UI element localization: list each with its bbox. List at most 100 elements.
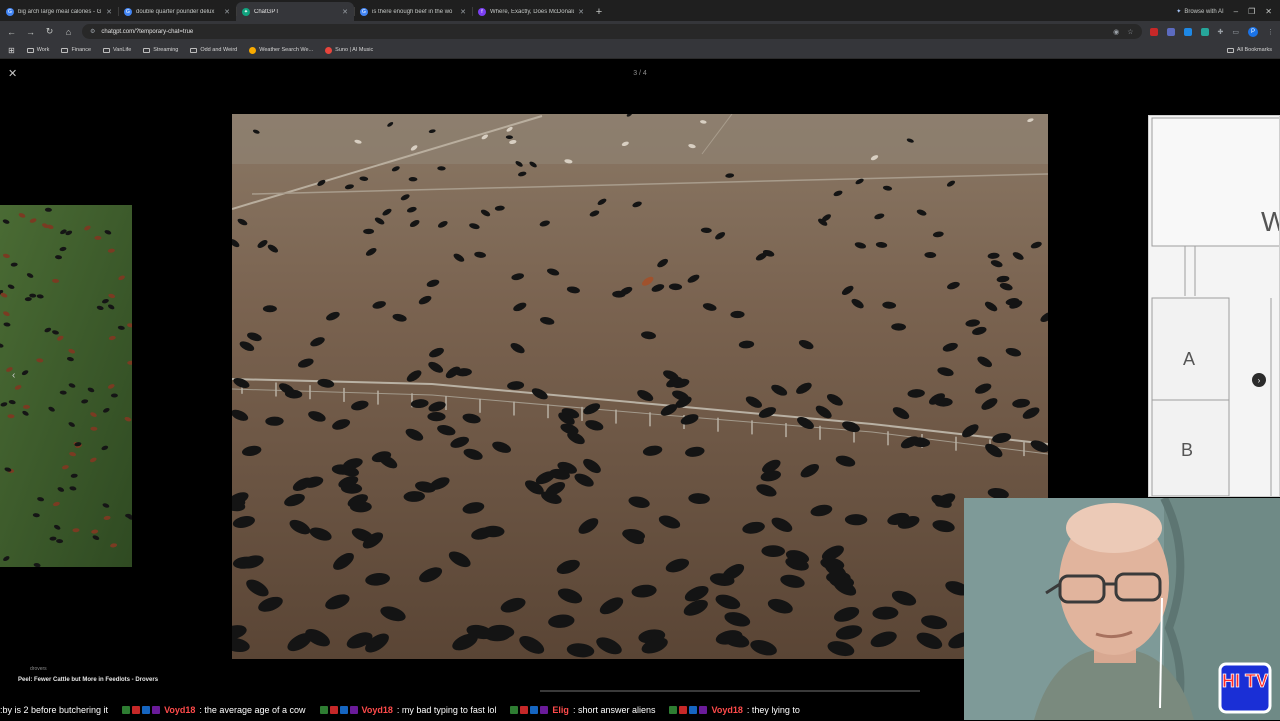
- extensions-area: ✚ ▭ P ⋮: [1149, 26, 1274, 37]
- cow-shape: [262, 305, 277, 313]
- bookmark-item[interactable]: Streaming: [143, 47, 178, 53]
- badge-icon: [699, 706, 708, 714]
- bookmark-label: Suno | AI Music: [335, 47, 374, 53]
- tab-favicon-icon: G: [124, 7, 132, 16]
- site-info-icon[interactable]: ⚙: [90, 28, 95, 35]
- chat-text: :by is 2 before butchering it: [0, 705, 109, 715]
- browser-tab[interactable]: Gbig arch large meal calories - G ✕: [0, 2, 118, 21]
- thumbnail-scrollbar[interactable]: [540, 690, 920, 692]
- chat-text: : they lying to: [746, 705, 800, 715]
- extension-icon[interactable]: [1149, 27, 1158, 36]
- badge-icon: [349, 706, 358, 714]
- tab-title: double quarter pounder delux: [136, 8, 215, 15]
- reload-icon[interactable]: ↻: [44, 26, 55, 37]
- diagram-label-b: B: [1181, 440, 1193, 460]
- badge-icon: [679, 706, 688, 714]
- source-site-name: drovers: [30, 666, 47, 672]
- home-icon[interactable]: ⌂: [63, 27, 74, 37]
- bookmark-item[interactable]: VanLife: [103, 47, 131, 53]
- tab-close-icon[interactable]: ✕: [460, 8, 466, 16]
- browser-tab[interactable]: Gdouble quarter pounder delux ✕: [118, 2, 236, 21]
- diagram-label-a: A: [1183, 349, 1195, 369]
- tab-title: Where, Exactly, Does McDonalds: [490, 8, 575, 15]
- bookmark-item[interactable]: Weather Search We...: [249, 46, 314, 54]
- diagram-label-top: We: [1261, 206, 1280, 237]
- chat-message: Voyd18: my bad typing to fast lol: [319, 705, 497, 715]
- image-counter: 3 / 4: [633, 70, 647, 77]
- hi-tv-logo: HI TV: [1218, 662, 1272, 714]
- apps-grid-icon[interactable]: ⊞: [8, 46, 15, 55]
- folder-icon: [190, 47, 198, 53]
- back-icon[interactable]: ←: [6, 27, 17, 37]
- tab-close-icon[interactable]: ✕: [224, 8, 230, 16]
- tab-close-icon[interactable]: ✕: [342, 8, 348, 16]
- chat-badges: [510, 706, 549, 714]
- browser-tab[interactable]: Gis there enough beef in the wo ✕: [354, 2, 472, 21]
- menu-dots-icon[interactable]: ⋮: [1267, 28, 1274, 36]
- chat-text: : my bad typing to fast lol: [396, 705, 497, 715]
- chat-badges: [669, 706, 708, 714]
- badge-icon: [669, 706, 678, 714]
- feedlot-image: [232, 114, 1048, 659]
- pasture-photo: [0, 205, 132, 567]
- chat-text: : the average age of a cow: [199, 705, 306, 715]
- logo-text: HI TV: [1222, 671, 1268, 691]
- restore-icon[interactable]: ❐: [1248, 7, 1255, 16]
- browser-tab[interactable]: ✦ ChatGPT ✕: [236, 2, 354, 21]
- tab-title: is there enough beef in the wo: [372, 8, 453, 15]
- suno-icon: [325, 46, 333, 54]
- chat-message: Voyd18: they lying to: [669, 705, 800, 715]
- folder-icon: [61, 47, 69, 53]
- address-bar[interactable]: ⚙ chatgpt.com/?temporary-chat=true ◉ ☆: [82, 24, 1142, 39]
- folder-icon: [103, 47, 111, 53]
- source-link[interactable]: Peel: Fewer Cattle but More in Feedlots …: [18, 677, 158, 683]
- badge-icon: [142, 706, 151, 714]
- chat-username: Voyd18: [361, 705, 393, 715]
- bookmark-item[interactable]: Finance: [61, 47, 91, 53]
- bookmark-item[interactable]: Odd and Weird: [190, 47, 237, 53]
- minimize-icon[interactable]: –: [1234, 7, 1238, 16]
- extension-icon[interactable]: [1166, 27, 1175, 36]
- next-arrow-icon[interactable]: ›: [1252, 373, 1266, 387]
- previous-arrow-icon[interactable]: ‹: [12, 370, 15, 381]
- browser-toolbar: ← → ↻ ⌂ ⚙ chatgpt.com/?temporary-chat=tr…: [0, 21, 1280, 42]
- tab-close-icon[interactable]: ✕: [106, 8, 112, 16]
- forward-icon[interactable]: →: [25, 27, 36, 37]
- bookmark-item[interactable]: Suno | AI Music: [325, 46, 374, 54]
- tab-strip-right: ✦ Browse with AI – ❐ ✕: [1176, 2, 1280, 21]
- badge-icon: [329, 706, 338, 714]
- close-window-icon[interactable]: ✕: [1265, 7, 1272, 16]
- badge-icon: [132, 706, 141, 714]
- badge-icon: [510, 706, 519, 714]
- sidepanel-icon[interactable]: ▭: [1232, 28, 1239, 36]
- incognito-eye-icon[interactable]: ◉: [1113, 28, 1119, 36]
- all-bookmarks-button[interactable]: All Bookmarks: [1226, 47, 1272, 53]
- bookmark-label: Streaming: [153, 47, 179, 53]
- profile-avatar[interactable]: P: [1248, 26, 1258, 37]
- badge-icon: [122, 706, 131, 714]
- extension-icon[interactable]: [1183, 27, 1192, 36]
- badge-icon: [339, 706, 348, 714]
- tab-title: ChatGPT: [254, 8, 280, 15]
- puzzle-icon[interactable]: ✚: [1218, 28, 1224, 36]
- bookmark-label: VanLife: [113, 47, 132, 53]
- tab-list: Gbig arch large meal calories - G ✕ Gdoubl…: [0, 2, 590, 21]
- browse-with-ai-button[interactable]: ✦ Browse with AI: [1176, 8, 1223, 16]
- bookmark-star-icon[interactable]: ☆: [1127, 28, 1133, 36]
- bookmark-label: Work: [36, 47, 50, 53]
- badge-icon: [152, 706, 161, 714]
- tab-favicon-icon: G: [6, 7, 14, 16]
- tab-close-icon[interactable]: ✕: [578, 8, 584, 16]
- bookmark-item[interactable]: Work: [26, 47, 50, 53]
- feedlot-photo: [232, 114, 1048, 659]
- previous-image-preview[interactable]: [0, 205, 132, 567]
- next-image-preview[interactable]: We A B: [1148, 115, 1280, 497]
- extension-icon[interactable]: [1200, 27, 1209, 36]
- chat-badges: [122, 706, 161, 714]
- bookmark-label: Weather Search We...: [259, 47, 314, 53]
- browser-tab[interactable]: f Where, Exactly, Does McDonalds ✕: [472, 2, 590, 21]
- ticker-messages: :by is 2 before butchering it Voyd18: the…: [0, 705, 814, 715]
- badge-icon: [540, 706, 549, 714]
- url-text: chatgpt.com/?temporary-chat=true: [101, 28, 194, 35]
- new-tab-button[interactable]: +: [590, 2, 608, 21]
